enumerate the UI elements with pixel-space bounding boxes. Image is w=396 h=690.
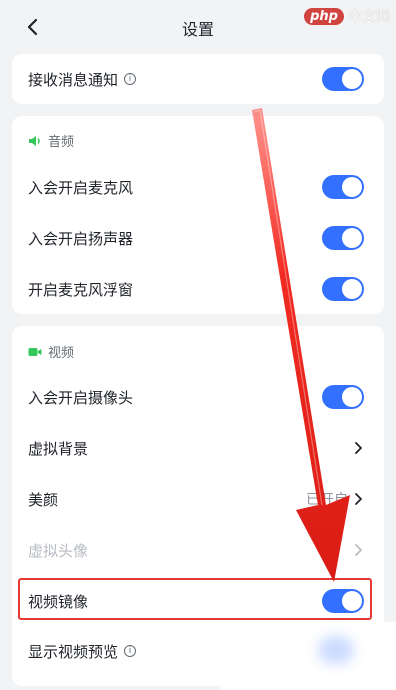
beauty-label: 美颜 [28, 490, 59, 509]
chevron-right-icon [355, 442, 362, 454]
toggle-knob [342, 387, 362, 407]
chevron-right-icon [355, 544, 362, 556]
mic-on-join-label: 入会开启麦克风 [28, 178, 134, 197]
notify-row[interactable]: 接收消息通知 i [12, 54, 384, 104]
video-camera-icon [28, 347, 42, 356]
toggle-knob [342, 177, 362, 197]
beauty-row[interactable]: 美颜 已开启 [12, 474, 384, 524]
notify-label: 接收消息通知 [28, 70, 119, 89]
virtual-avatar-row[interactable]: 虚拟头像 [12, 525, 384, 575]
blurred-region [220, 622, 396, 690]
toggle-knob [342, 69, 362, 89]
chevron-left-icon [27, 18, 38, 36]
video-section-header: 视频 [28, 342, 74, 361]
audio-section-header: 音频 [28, 131, 74, 150]
camera-on-join-toggle[interactable] [322, 385, 364, 409]
beauty-value: 已开启 [306, 492, 348, 508]
virtual-background-label: 虚拟背景 [28, 439, 89, 458]
mic-on-join-toggle[interactable] [322, 175, 364, 199]
audio-card: 音频 入会开启麦克风 入会开启扬声器 开启麦克风浮窗 [12, 116, 384, 314]
mic-float-toggle[interactable] [322, 277, 364, 301]
watermark-logo: php [304, 7, 344, 25]
mic-float-row[interactable]: 开启麦克风浮窗 [12, 264, 384, 314]
watermark-text: 中文网 [348, 9, 390, 25]
video-section-title: 视频 [48, 346, 75, 361]
camera-on-join-row[interactable]: 入会开启摄像头 [12, 372, 384, 422]
mic-float-label: 开启麦克风浮窗 [28, 280, 134, 299]
virtual-avatar-label: 虚拟头像 [28, 541, 89, 560]
page-title: 设置 [181, 20, 214, 39]
info-icon[interactable]: i [124, 73, 137, 85]
annotation-highlight-box [18, 578, 372, 620]
notification-card: 接收消息通知 i [12, 54, 384, 104]
speaker-on-join-toggle[interactable] [322, 226, 364, 250]
notify-toggle[interactable] [322, 67, 364, 91]
blurred-toggle [318, 636, 354, 664]
chevron-right-icon [355, 493, 362, 505]
mic-on-join-row[interactable]: 入会开启麦克风 [12, 162, 384, 212]
speaker-on-join-label: 入会开启扬声器 [28, 229, 134, 248]
watermark: php 中文网 [304, 6, 390, 26]
speaker-on-join-row[interactable]: 入会开启扬声器 [12, 213, 384, 263]
back-button[interactable] [22, 16, 44, 38]
virtual-background-row[interactable]: 虚拟背景 [12, 423, 384, 473]
toggle-knob [342, 279, 362, 299]
info-icon[interactable]: i [124, 645, 137, 657]
speaker-icon [29, 135, 40, 146]
audio-section-title: 音频 [48, 135, 75, 150]
video-preview-label: 显示视频预览 [28, 642, 119, 661]
camera-on-join-label: 入会开启摄像头 [28, 388, 134, 407]
toggle-knob [342, 228, 362, 248]
